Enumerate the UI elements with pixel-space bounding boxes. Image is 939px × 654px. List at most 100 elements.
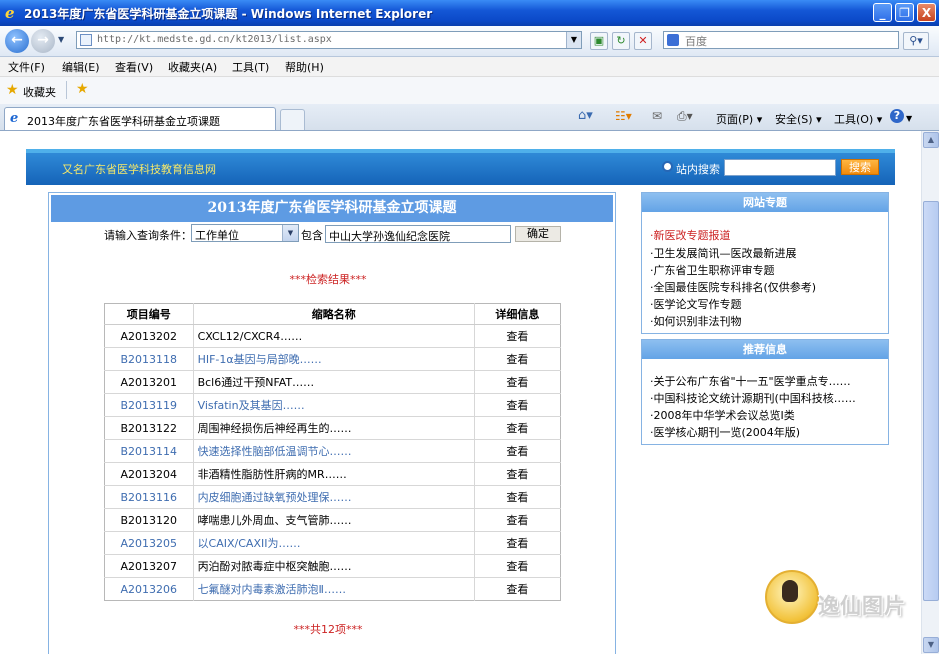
project-name-link[interactable]: 快速选择性脑部低温调节心…… [192, 439, 475, 463]
menu-help[interactable]: 帮助(H) [285, 59, 324, 75]
confirm-button[interactable]: 确定 [515, 226, 561, 242]
ie-tab-icon: e [10, 111, 19, 126]
topic-link[interactable]: ·全国最佳医院专科排名(仅供参考) [650, 279, 816, 295]
result-title: ***检索结果*** [289, 273, 367, 286]
view-detail-link[interactable]: 查看 [474, 485, 561, 509]
menu-tools[interactable]: 工具(T) [232, 59, 269, 75]
help-icon[interactable]: ? [890, 109, 904, 123]
topic-link[interactable]: ·如何识别非法刊物 [650, 313, 742, 329]
view-detail-link[interactable]: 查看 [474, 416, 561, 440]
project-name-link[interactable]: 非酒精性脂肪性肝病的MR…… [192, 462, 475, 486]
project-name-link[interactable]: HIF-1α基因与局部晚…… [192, 347, 475, 371]
tab-current[interactable]: e 2013年度广东省医学科研基金立项课题 [4, 107, 276, 130]
view-detail-link[interactable]: 查看 [474, 439, 561, 463]
site-search-radio-icon[interactable] [662, 161, 673, 172]
tab-bar: e 2013年度广东省医学科研基金立项课题 ⌂▾ ☷▾ ✉ ⎙▾ 页面(P) ▾… [0, 104, 939, 131]
table-row: A2013207 丙泊酚对脓毒症中枢突触胞…… 查看 [104, 554, 561, 578]
recommend-link[interactable]: ·中国科技论文统计源期刊(中国科技核…… [650, 390, 856, 406]
result-total: ***共12项*** [293, 623, 363, 636]
view-detail-link[interactable]: 查看 [474, 554, 561, 578]
topic-link[interactable]: ·医学论文写作专题 [650, 296, 742, 312]
view-detail-link[interactable]: 查看 [474, 347, 561, 371]
table-row: B2013122 周围神经损伤后神经再生的…… 查看 [104, 416, 561, 440]
view-detail-link[interactable]: 查看 [474, 508, 561, 532]
topic-link[interactable]: ·卫生发展简讯—医改最新进展 [650, 245, 797, 261]
menu-favorites[interactable]: 收藏夹(A) [168, 59, 217, 75]
new-tab-button[interactable] [280, 109, 305, 130]
project-name-link[interactable]: Bcl6通过干预NFAT…… [192, 370, 475, 394]
safety-menu[interactable]: 安全(S) ▾ [775, 111, 822, 127]
site-search-label: 站内搜索 [676, 163, 720, 176]
close-button[interactable]: X [917, 3, 936, 22]
project-id: A2013204 [104, 462, 194, 486]
favorites-button[interactable]: 收藏夹 [23, 84, 56, 100]
compat-view-icon[interactable]: ▣ [590, 32, 608, 50]
project-name-link[interactable]: 丙泊酚对脓毒症中枢突触胞…… [192, 554, 475, 578]
project-id: B2013114 [104, 439, 194, 463]
view-detail-link[interactable]: 查看 [474, 577, 561, 601]
recommend-link[interactable]: ·2008年中华学术会议总览Ⅰ类 [650, 407, 795, 423]
recommend-link[interactable]: ·关于公布广东省"十一五"医学重点专…… [650, 373, 851, 389]
mail-icon[interactable]: ✉ [652, 109, 662, 123]
topic-link[interactable]: ·新医改专题报道 [650, 227, 731, 243]
site-banner: 又名广东省医学科技教育信息网 站内搜索 搜索 [26, 149, 895, 185]
add-favorite-icon[interactable]: ★ [76, 81, 89, 97]
page-icon [80, 34, 92, 46]
refresh-icon[interactable]: ↻ [612, 32, 630, 50]
contains-label: 包含 [301, 229, 323, 242]
vertical-scrollbar[interactable]: ▲ ▼ [921, 131, 939, 654]
query-field-value: 工作单位 [195, 229, 239, 242]
menu-file[interactable]: 文件(F) [8, 59, 45, 75]
table-row: A2013201 Bcl6通过干预NFAT…… 查看 [104, 370, 561, 394]
project-name-link[interactable]: 以CAIX/CAXII为…… [192, 531, 475, 555]
project-name-link[interactable]: 周围神经损伤后神经再生的…… [192, 416, 475, 440]
url-dropdown-icon[interactable]: ▼ [566, 32, 581, 48]
project-name-link[interactable]: 七氟醚对内毒素激活肺泡Ⅱ…… [192, 577, 475, 601]
project-id: A2013205 [104, 531, 194, 555]
view-detail-link[interactable]: 查看 [474, 324, 561, 348]
history-dropdown-icon[interactable]: ▼ [58, 35, 64, 44]
query-field-select[interactable]: 工作单位 ▼ [191, 224, 299, 242]
back-button[interactable]: ← [5, 29, 29, 53]
tools-menu-label: 工具(O) [834, 113, 874, 126]
table-row: A2013202 CXCL12/CXCR4…… 查看 [104, 324, 561, 348]
view-detail-link[interactable]: 查看 [474, 462, 561, 486]
home-icon[interactable]: ⌂▾ [578, 108, 593, 123]
page-menu[interactable]: 页面(P) ▾ [716, 111, 762, 127]
scroll-thumb[interactable] [923, 201, 939, 601]
project-name-link[interactable]: 内皮细胞通过缺氧预处理保…… [192, 485, 475, 509]
address-bar: ← → ▼ http://kt.medste.gd.cn/kt2013/list… [0, 26, 939, 57]
url-field[interactable]: http://kt.medste.gd.cn/kt2013/list.aspx … [76, 31, 582, 49]
col-header-id: 项目编号 [104, 303, 194, 325]
search-input[interactable]: 百度 [663, 31, 899, 49]
view-detail-link[interactable]: 查看 [474, 393, 561, 417]
topic-link[interactable]: ·广东省卫生职称评审专题 [650, 262, 775, 278]
recommend-link[interactable]: ·医学核心期刊一览(2004年版) [650, 424, 800, 440]
search-button[interactable]: ⚲▾ [903, 32, 929, 50]
project-name-link[interactable]: Visfatin及其基因…… [192, 393, 475, 417]
minimize-button[interactable]: _ [873, 3, 892, 22]
scroll-down-icon[interactable]: ▼ [923, 637, 939, 653]
menu-edit[interactable]: 编辑(E) [62, 59, 100, 75]
project-id: A2013201 [104, 370, 194, 394]
stop-icon[interactable]: ✕ [634, 32, 652, 50]
project-id: B2013119 [104, 393, 194, 417]
site-search-button[interactable]: 搜索 [841, 159, 879, 175]
help-dropdown-icon[interactable]: ▼ [906, 114, 912, 123]
project-id: A2013207 [104, 554, 194, 578]
tools-menu[interactable]: 工具(O) ▾ [834, 111, 882, 127]
view-detail-link[interactable]: 查看 [474, 370, 561, 394]
menu-view[interactable]: 查看(V) [115, 59, 153, 75]
scroll-up-icon[interactable]: ▲ [923, 132, 939, 148]
site-search-input[interactable] [724, 159, 836, 176]
maximize-button[interactable]: ❐ [895, 3, 914, 22]
feeds-icon[interactable]: ☷▾ [615, 109, 632, 123]
view-detail-link[interactable]: 查看 [474, 531, 561, 555]
query-input[interactable]: 中山大学孙逸仙纪念医院 [325, 225, 511, 243]
project-name-link[interactable]: 哮喘患儿外周血、支气管肺…… [192, 508, 475, 532]
query-input-value: 中山大学孙逸仙纪念医院 [329, 230, 450, 243]
project-name-link[interactable]: CXCL12/CXCR4…… [192, 324, 475, 348]
main-title: 2013年度广东省医学科研基金立项课题 [51, 195, 613, 222]
forward-button[interactable]: → [31, 29, 55, 53]
print-icon[interactable]: ⎙▾ [677, 109, 693, 124]
